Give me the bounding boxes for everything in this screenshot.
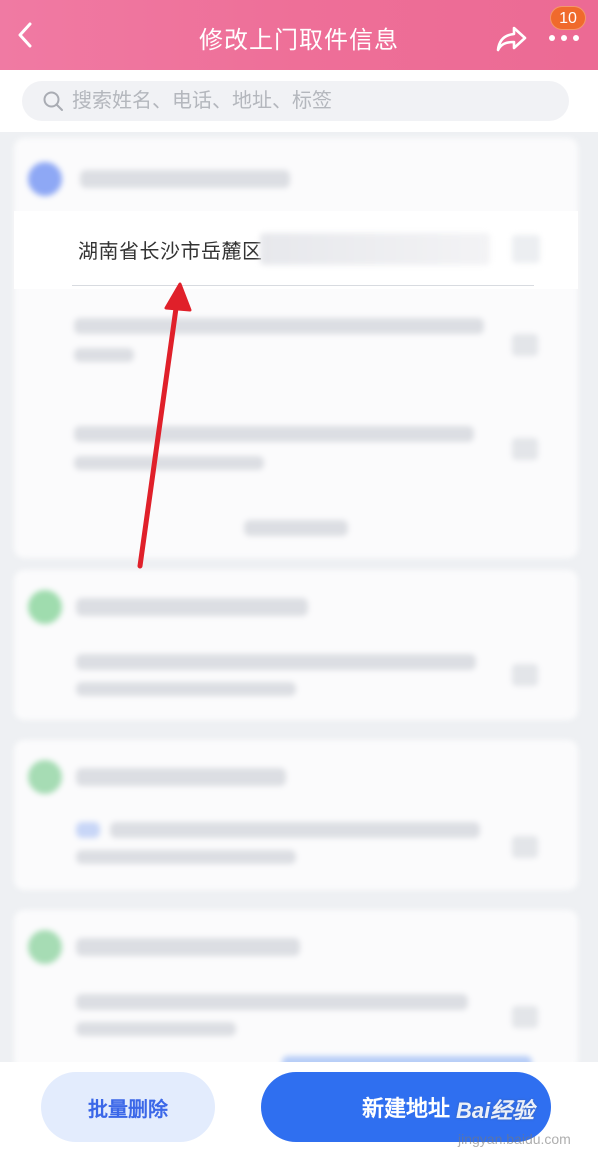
edit-icon[interactable] <box>512 235 540 263</box>
new-address-button[interactable]: 新建地址 <box>261 1072 551 1142</box>
search-icon <box>43 91 63 111</box>
address-detail-redacted <box>260 233 490 265</box>
share-icon[interactable] <box>494 20 530 56</box>
search-input[interactable] <box>72 89 552 113</box>
more-dots-icon[interactable] <box>546 28 582 48</box>
address-card[interactable] <box>14 740 578 890</box>
address-card[interactable] <box>14 910 578 1062</box>
selected-address-row[interactable]: 湖南省长沙市岳麓区 <box>14 211 578 289</box>
bottom-action-bar: 批量删除 新建地址 <box>0 1062 598 1161</box>
address-card[interactable] <box>14 138 578 558</box>
search-box[interactable] <box>22 81 569 121</box>
address-card[interactable] <box>14 570 578 720</box>
search-bar <box>0 70 598 132</box>
batch-delete-button[interactable]: 批量删除 <box>41 1072 215 1142</box>
annotation-arrow-icon <box>137 282 192 569</box>
top-navigation-bar: 修改上门取件信息 10 <box>0 0 598 70</box>
notification-badge: 10 <box>550 6 586 30</box>
address-text: 湖南省长沙市岳麓区 <box>78 241 263 263</box>
